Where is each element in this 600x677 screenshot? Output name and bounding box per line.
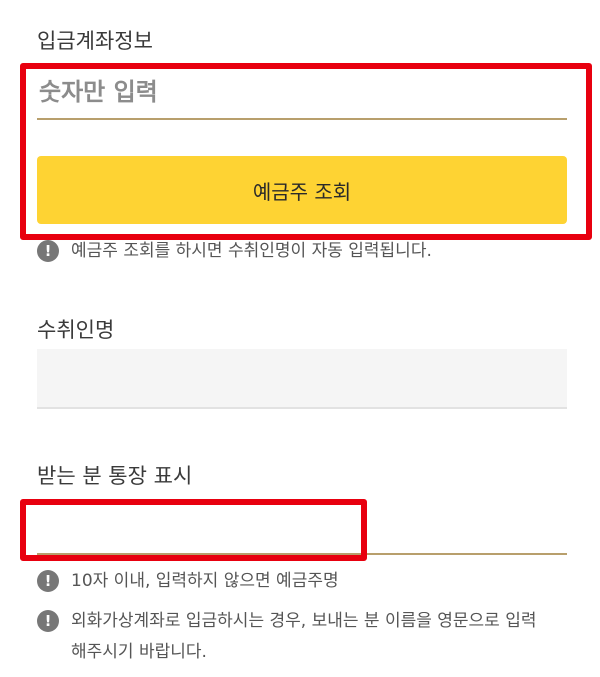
length-note: ! 10자 이내, 입력하지 않으면 예금주명: [37, 566, 549, 597]
info-icon: !: [37, 610, 59, 632]
foreign-account-note: ! 외화가상계좌로 입금하시는 경우, 보내는 분 이름을 영문으로 입력해주시…: [37, 606, 549, 668]
deposit-account-label: 입금계좌정보: [37, 29, 153, 53]
receiver-display-input[interactable]: [37, 500, 567, 555]
receiver-display-label: 받는 분 통장 표시: [37, 464, 193, 488]
lookup-note: ! 예금주 조회를 하시면 수취인명이 자동 입력됩니다.: [37, 236, 549, 267]
lookup-note-text: 예금주 조회를 하시면 수취인명이 자동 입력됩니다.: [71, 241, 432, 261]
info-icon: !: [37, 570, 59, 592]
info-icon: !: [37, 240, 59, 262]
foreign-account-note-text: 외화가상계좌로 입금하시는 경우, 보내는 분 이름을 영문으로 입력해주시기 …: [71, 611, 537, 662]
length-note-text: 10자 이내, 입력하지 않으면 예금주명: [71, 571, 339, 591]
account-number-input[interactable]: [37, 66, 567, 120]
recipient-name-field: [37, 349, 567, 409]
recipient-name-label: 수취인명: [37, 318, 115, 342]
account-holder-lookup-button[interactable]: 예금주 조회: [37, 156, 567, 224]
